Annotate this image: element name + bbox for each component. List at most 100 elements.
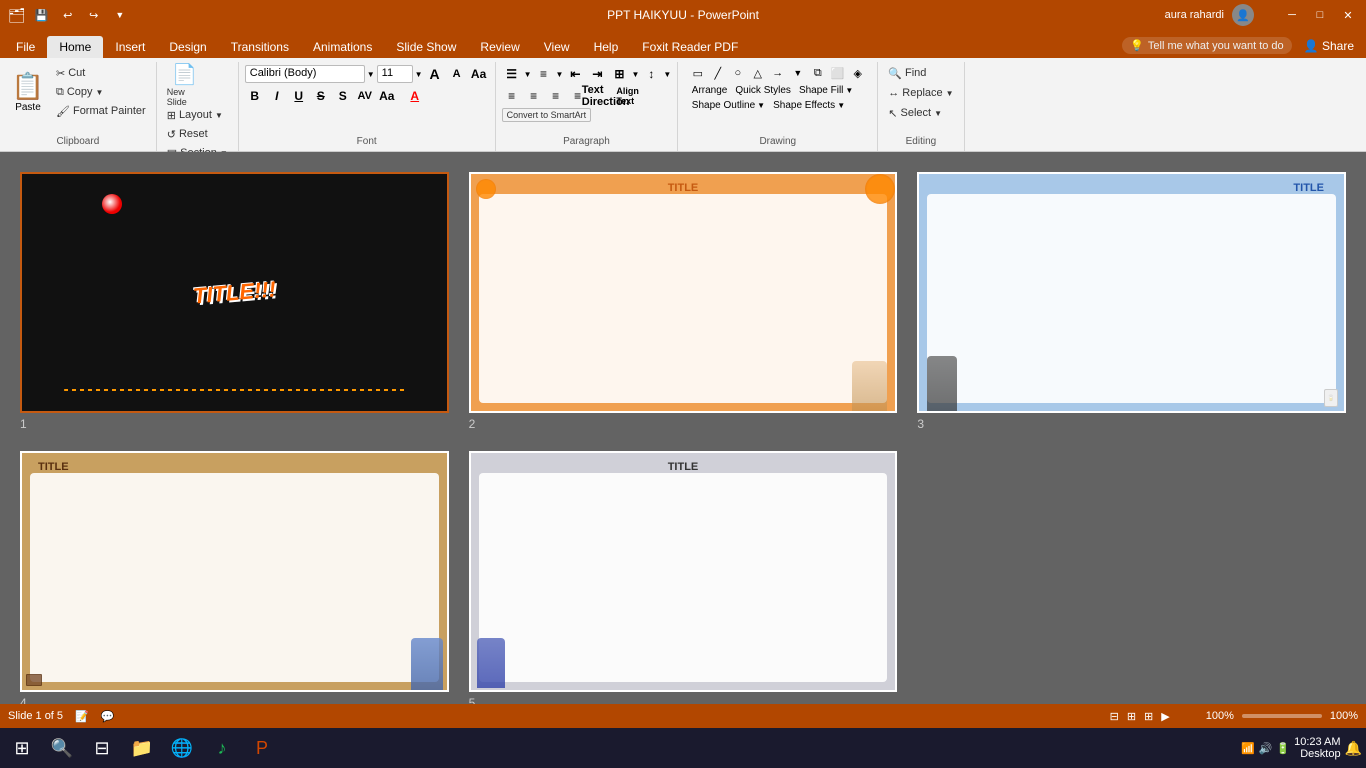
clear-format-btn[interactable]: Aa <box>469 64 489 84</box>
new-slide-button[interactable]: 📄 New Slide <box>163 64 207 104</box>
bullets-btn[interactable]: ☰ <box>502 64 522 84</box>
replace-button[interactable]: ↔ Replace ▼ <box>884 84 957 102</box>
shape-outline-dropdown[interactable]: ▼ <box>757 101 765 110</box>
paste-button[interactable]: 📋 Paste <box>6 64 50 120</box>
tab-insert[interactable]: Insert <box>103 36 157 58</box>
search-taskbar-btn[interactable]: 🔍 <box>44 730 80 766</box>
italic-btn[interactable]: I <box>267 86 287 106</box>
undo-btn[interactable]: ↩ <box>58 5 78 25</box>
reset-button[interactable]: ↺ Reset <box>163 125 232 143</box>
line-spacing-btn[interactable]: ↕ <box>641 64 661 84</box>
select-dropdown[interactable]: ▼ <box>934 109 942 118</box>
tab-animations[interactable]: Animations <box>301 36 384 58</box>
shape-more-icon[interactable]: ▼ <box>789 64 807 82</box>
quick-save[interactable]: 💾 <box>32 5 52 25</box>
underline-btn[interactable]: U <box>289 86 309 106</box>
tab-help[interactable]: Help <box>582 36 631 58</box>
volume-icon[interactable]: 🔊 <box>1259 742 1273 755</box>
customize-qat[interactable]: ▼ <box>110 5 130 25</box>
zoom-slider[interactable] <box>1242 714 1322 718</box>
layout-button[interactable]: ⊞ Layout ▼ <box>163 106 232 124</box>
comments-btn[interactable]: 💬 <box>101 710 115 723</box>
music-btn[interactable]: ♪ <box>204 730 240 766</box>
change-case-btn[interactable]: Aa <box>377 86 397 106</box>
start-button[interactable]: ⊞ <box>4 730 40 766</box>
powerpoint-taskbar-btn[interactable]: P <box>244 730 280 766</box>
bullets-dropdown[interactable]: ▼ <box>524 70 532 79</box>
font-name-dropdown[interactable]: ▼ <box>367 70 375 79</box>
increase-indent-btn[interactable]: ⇥ <box>587 64 607 84</box>
arrange-button[interactable]: Arrange <box>689 84 731 97</box>
shape-effect-icon[interactable]: ◈ <box>849 64 867 82</box>
line-spacing-dropdown[interactable]: ▼ <box>663 70 671 79</box>
copy-button[interactable]: ⧉ Copy ▼ <box>52 83 150 101</box>
browser-btn[interactable]: 🌐 <box>164 730 200 766</box>
shape-rect-icon[interactable]: ▭ <box>689 64 707 82</box>
font-color-btn[interactable]: A <box>405 86 425 106</box>
shape-arrow-icon[interactable]: → <box>769 64 787 82</box>
find-button[interactable]: 🔍 Find <box>884 64 930 82</box>
minimize-btn[interactable]: ─ <box>1282 5 1302 25</box>
shape-quick-icon[interactable]: ⬜ <box>829 64 847 82</box>
font-name-input[interactable]: Calibri (Body) <box>245 65 365 83</box>
shape-oval-icon[interactable]: ○ <box>729 64 747 82</box>
shape-line-icon[interactable]: ╱ <box>709 64 727 82</box>
reading-view-btn[interactable]: ⊞ <box>1144 710 1153 723</box>
tab-review[interactable]: Review <box>468 36 531 58</box>
taskbar-time[interactable]: 10:23 AM Desktop <box>1294 736 1340 760</box>
slide-thumb-5[interactable]: TITLE <box>469 451 898 692</box>
align-left-btn[interactable]: ≡ <box>502 86 522 106</box>
slide-thumb-2[interactable]: TITLE <box>469 172 898 413</box>
char-spacing-btn[interactable]: AV <box>355 86 375 106</box>
align-right-btn[interactable]: ≡ <box>546 86 566 106</box>
notification-btn[interactable]: 🔔 <box>1345 740 1362 757</box>
slide-thumb-4[interactable]: TITLE <box>20 451 449 692</box>
share-btn[interactable]: 👤 Share <box>1304 39 1354 53</box>
text-direction-btn[interactable]: Text Direction <box>596 86 616 106</box>
network-icon[interactable]: 📶 <box>1241 742 1255 755</box>
task-view-btn[interactable]: ⊟ <box>84 730 120 766</box>
shape-effects-dropdown[interactable]: ▼ <box>837 101 845 110</box>
tab-file[interactable]: File <box>4 36 47 58</box>
quick-styles-button[interactable]: Quick Styles <box>732 84 794 97</box>
shape-triangle-icon[interactable]: △ <box>749 64 767 82</box>
tell-me-btn[interactable]: 💡 Tell me what you want to do <box>1122 37 1291 54</box>
redo-btn[interactable]: ↪ <box>84 5 104 25</box>
tab-transitions[interactable]: Transitions <box>219 36 301 58</box>
convert-smartart-btn[interactable]: Convert to SmartArt <box>502 108 592 122</box>
slide-show-btn[interactable]: ▶ <box>1161 710 1169 723</box>
notes-btn[interactable]: 📝 <box>75 710 89 723</box>
decrease-indent-btn[interactable]: ⇤ <box>565 64 585 84</box>
tab-view[interactable]: View <box>532 36 582 58</box>
slide-thumb-1[interactable]: TITLE!!! <box>20 172 449 413</box>
tab-foxit[interactable]: Foxit Reader PDF <box>630 36 750 58</box>
numbered-btn[interactable]: ≡ <box>534 64 554 84</box>
columns-dropdown[interactable]: ▼ <box>631 70 639 79</box>
decrease-font-btn[interactable]: A <box>447 64 467 84</box>
tab-slideshow[interactable]: Slide Show <box>384 36 468 58</box>
battery-icon[interactable]: 🔋 <box>1276 742 1290 755</box>
columns-btn[interactable]: ⊞ <box>609 64 629 84</box>
increase-font-btn[interactable]: A <box>425 64 445 84</box>
slide-thumb-3[interactable]: TITLE 🥛 <box>917 172 1346 413</box>
text-shadow-btn[interactable]: S <box>333 86 353 106</box>
copy-dropdown[interactable]: ▼ <box>96 88 104 97</box>
numbered-dropdown[interactable]: ▼ <box>556 70 564 79</box>
maximize-btn[interactable]: □ <box>1310 5 1330 25</box>
shape-fill-button[interactable]: Shape Fill ▼ <box>796 84 856 97</box>
strikethrough-btn[interactable]: S <box>311 86 331 106</box>
file-explorer-btn[interactable]: 📁 <box>124 730 160 766</box>
close-btn[interactable]: ✕ <box>1338 5 1358 25</box>
font-size-input[interactable]: 11 <box>377 65 413 83</box>
shape-arrange-icon[interactable]: ⧉ <box>809 64 827 82</box>
bold-btn[interactable]: B <box>245 86 265 106</box>
align-text-btn[interactable]: Align Text <box>618 86 638 106</box>
align-center-btn[interactable]: ≡ <box>524 86 544 106</box>
select-button[interactable]: ↖ Select ▼ <box>884 104 946 122</box>
replace-dropdown[interactable]: ▼ <box>946 89 954 98</box>
shape-outline-button[interactable]: Shape Outline ▼ <box>689 99 768 112</box>
format-painter-button[interactable]: 🖌 Format Painter <box>52 102 150 120</box>
tab-design[interactable]: Design <box>157 36 218 58</box>
normal-view-btn[interactable]: ⊟ <box>1110 710 1119 723</box>
tab-home[interactable]: Home <box>47 36 103 58</box>
